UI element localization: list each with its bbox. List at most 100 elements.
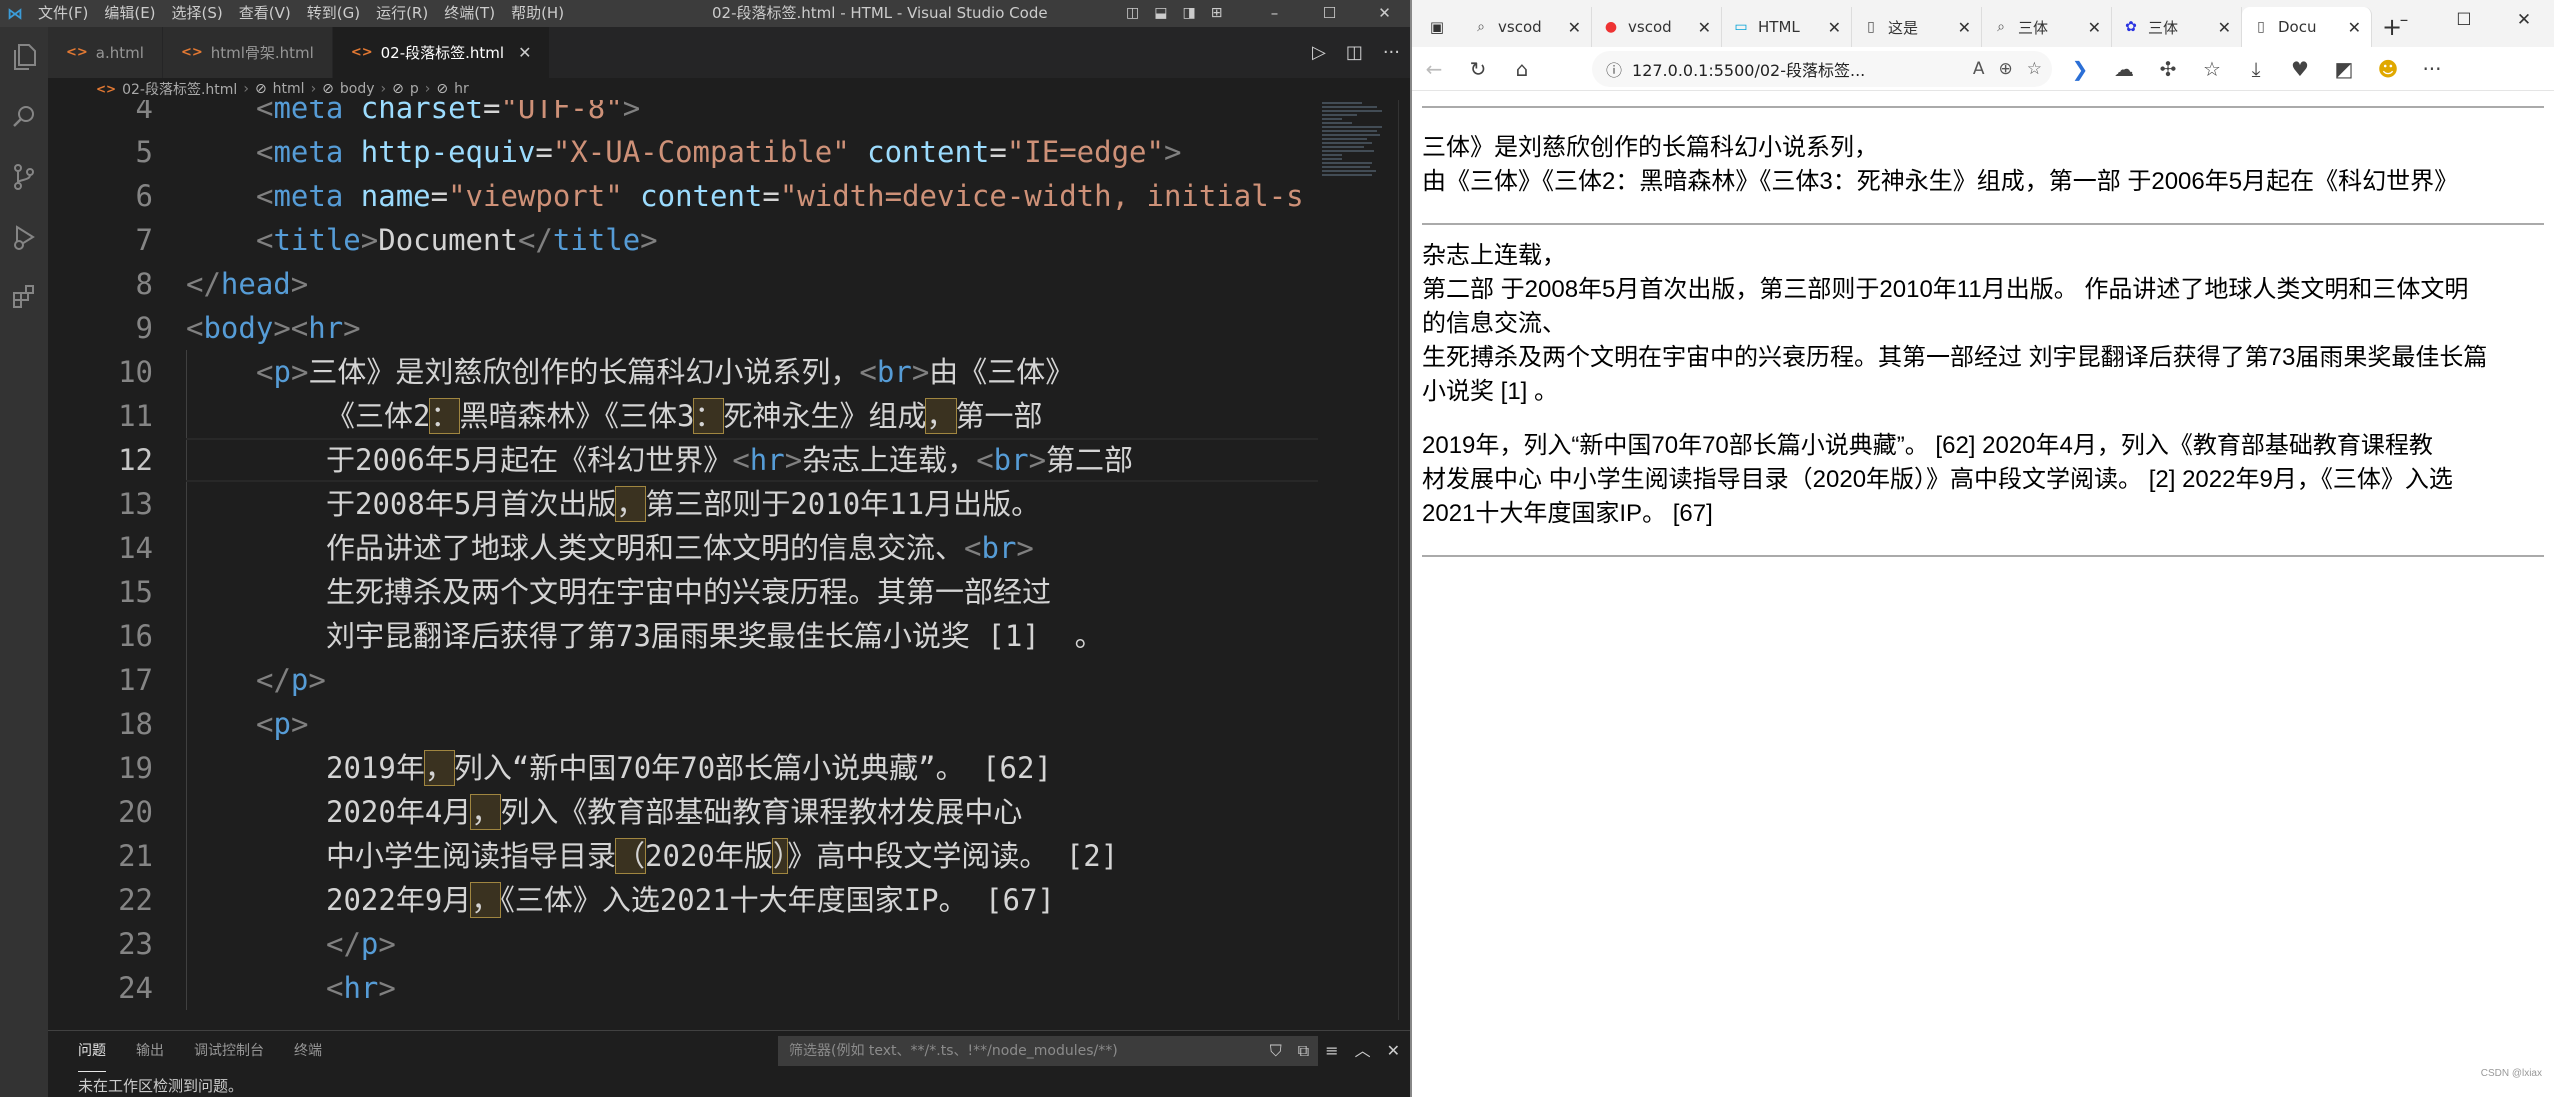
home-icon[interactable]: ⌂ [1500, 47, 1544, 91]
code-line[interactable]: 13 于2008年5月首次出版，第三部则于2010年11月出版。 [48, 482, 1318, 526]
extension-cloud-icon[interactable]: ☁ [2102, 47, 2146, 91]
extension-yellow-icon[interactable]: ☻ [2366, 47, 2410, 91]
filter-icon[interactable]: ⛉ [1270, 1031, 1282, 1071]
code-line[interactable]: 20 2020年4月，列入《教育部基础教育课程教材发展中心 [48, 790, 1318, 834]
minimize-icon[interactable]: – [2374, 0, 2434, 40]
close-tab-icon[interactable]: ✕ [2218, 18, 2231, 37]
panel-tab-terminal[interactable]: 终端 [294, 1031, 322, 1072]
extension-blue-icon[interactable]: ❯ [2058, 47, 2102, 91]
close-icon[interactable]: ✕ [1357, 0, 1412, 27]
split-editor-icon[interactable]: ◫ [1346, 27, 1363, 78]
menu-terminal[interactable]: 终端(T) [436, 0, 503, 27]
extension-square-icon[interactable]: ◩ [2322, 47, 2366, 91]
view-as-list-icon[interactable]: ≡ [1325, 1031, 1338, 1071]
code-line[interactable]: 6 <meta name="viewport" content="width=de… [48, 174, 1318, 218]
close-tab-icon[interactable]: ✕ [1828, 18, 1841, 37]
maximize-panel-icon[interactable]: ︿ [1355, 1031, 1371, 1071]
tab-html-skeleton[interactable]: <> html骨架.html [162, 27, 333, 78]
panel-tab-debug-console[interactable]: 调试控制台 [194, 1031, 264, 1072]
code-line[interactable]: 22 2022年9月，《三体》入选2021十大年度国家IP。 [67] [48, 878, 1318, 922]
browser-tab[interactable]: ⌕ vscod ✕ [1462, 7, 1592, 47]
code-line[interactable]: 24 <hr> [48, 966, 1318, 1010]
customize-layout-icon[interactable]: ⊞ [1211, 0, 1223, 27]
zoom-icon[interactable]: ⊕ [1999, 59, 2013, 79]
extensions-icon[interactable] [0, 267, 48, 327]
editor-scrollbar[interactable] [1398, 100, 1410, 1020]
downloads-icon[interactable]: ⤓ [2234, 47, 2278, 91]
menu-edit[interactable]: 编辑(E) [96, 0, 163, 27]
tab-paragraph-tags[interactable]: <> 02-段落标签.html ✕ [332, 27, 551, 78]
breadcrumb-html[interactable]: html [273, 81, 305, 97]
refresh-icon[interactable]: ↻ [1456, 47, 1500, 91]
code-line[interactable]: 21 中小学生阅读指导目录（2020年版）》高中段文学阅读。 [2] [48, 834, 1318, 878]
code-line[interactable]: 10 <p>三体》是刘慈欣创作的长篇科幻小说系列，<br>由《三体》 [48, 350, 1318, 394]
code-line[interactable]: 4 <meta charset="UTF-8"> [48, 100, 1318, 130]
toggle-panel-icon[interactable]: ⬓ [1154, 0, 1167, 27]
toggle-secondary-sidebar-icon[interactable]: ◨ [1182, 0, 1195, 27]
minimize-icon[interactable]: – [1247, 0, 1302, 27]
code-line[interactable]: 11 《三体2：黑暗森林》《三体3：死神永生》组成，第一部 [48, 394, 1318, 438]
close-tab-icon[interactable]: ✕ [2088, 18, 2101, 37]
files-icon[interactable] [0, 27, 48, 87]
close-tab-icon[interactable]: ✕ [2348, 18, 2361, 37]
code-line[interactable]: 8 </head> [48, 262, 1318, 306]
toggle-sidebar-icon[interactable]: ◫ [1126, 0, 1139, 27]
read-aloud-icon[interactable]: A [1973, 59, 1985, 79]
run-debug-icon[interactable] [0, 207, 48, 267]
browser-tab[interactable]: ✿ 三体 ✕ [2112, 7, 2242, 47]
close-tab-icon[interactable]: ✕ [1698, 18, 1711, 37]
breadcrumb-p[interactable]: p [410, 81, 419, 97]
source-control-icon[interactable] [0, 147, 48, 207]
menu-view[interactable]: 查看(V) [231, 0, 299, 27]
browser-tab-active[interactable]: ▯ Docu ✕ [2242, 7, 2372, 47]
menu-go[interactable]: 转到(G) [299, 0, 368, 27]
tab-a-html[interactable]: <> a.html [48, 27, 163, 78]
panel-tab-problems[interactable]: 问题 [78, 1031, 106, 1072]
search-icon[interactable] [0, 87, 48, 147]
heart-icon[interactable]: ♥ [2278, 47, 2322, 91]
code-line[interactable]: 7 <title>Document</title> [48, 218, 1318, 262]
problems-filter-input[interactable]: 筛选器(例如 text、**/*.ts、!**/node_modules/**) [778, 1036, 1318, 1066]
favorites-icon[interactable]: ☆ [2190, 47, 2234, 91]
menu-help[interactable]: 帮助(H) [503, 0, 572, 27]
code-line[interactable]: 15 生死搏杀及两个文明在宇宙中的兴衰历程。其第一部经过 [48, 570, 1318, 614]
panel-tab-output[interactable]: 输出 [136, 1031, 164, 1072]
close-panel-icon[interactable]: ✕ [1387, 1031, 1400, 1071]
favorite-star-icon[interactable]: ☆ [2027, 59, 2042, 79]
breadcrumb-file[interactable]: 02-段落标签.html [122, 79, 237, 99]
info-icon[interactable]: ⓘ [1606, 57, 1622, 81]
breadcrumb-body[interactable]: body [340, 81, 375, 97]
close-tab-icon[interactable]: ✕ [1568, 18, 1581, 37]
more-menu-icon[interactable]: ··· [2410, 47, 2454, 91]
close-icon[interactable]: ✕ [2494, 0, 2554, 40]
close-tab-icon[interactable]: ✕ [518, 43, 531, 62]
collapse-all-icon[interactable]: ⧉ [1298, 1031, 1309, 1071]
browser-tab[interactable]: ⌕ 三体 ✕ [1982, 7, 2112, 47]
code-editor[interactable]: 4 <meta charset="UTF-8"> 5 <meta http-equiv… [48, 100, 1318, 1020]
tab-actions-button[interactable]: ▣ [1412, 7, 1462, 47]
browser-tab[interactable]: ▭ HTML ✕ [1722, 7, 1852, 47]
code-line[interactable]: 9 <body><hr> [48, 306, 1318, 350]
run-icon[interactable]: ▷ [1312, 27, 1326, 78]
menu-file[interactable]: 文件(F) [30, 0, 96, 27]
code-line[interactable]: 5 <meta http-equiv="X-UA-Compatible" cont… [48, 130, 1318, 174]
browser-tab[interactable]: ▯ 这是 ✕ [1852, 7, 1982, 47]
menu-selection[interactable]: 选择(S) [164, 0, 231, 27]
back-arrow-icon[interactable]: ← [1412, 47, 1456, 91]
maximize-icon[interactable]: ☐ [2434, 0, 2494, 40]
close-tab-icon[interactable]: ✕ [1958, 18, 1971, 37]
code-line[interactable]: 14 作品讲述了地球人类文明和三体文明的信息交流、<br> [48, 526, 1318, 570]
code-line[interactable]: 18 <p> [48, 702, 1318, 746]
menu-run[interactable]: 运行(R) [368, 0, 436, 27]
code-line[interactable]: 19 2019年，列入“新中国70年70部长篇小说典藏”。 [62] [48, 746, 1318, 790]
extensions-puzzle-icon[interactable]: ✣ [2146, 47, 2190, 91]
minimap[interactable] [1318, 100, 1398, 210]
more-actions-icon[interactable]: ··· [1383, 27, 1400, 78]
maximize-icon[interactable]: ☐ [1302, 0, 1357, 27]
breadcrumb-hr[interactable]: hr [454, 81, 469, 97]
code-line[interactable]: 17 </p> [48, 658, 1318, 702]
code-line[interactable]: 12 于2006年5月起在《科幻世界》<hr>杂志上连载，<br>第二部 [48, 438, 1318, 482]
code-line[interactable]: 23 </p> [48, 922, 1318, 966]
address-bar[interactable]: ⓘ 127.0.0.1:5500/02-段落标签... A ⊕ ☆ [1592, 51, 2052, 87]
code-line[interactable]: 16 刘宇昆翻译后获得了第73届雨果奖最佳长篇小说奖 [1] 。 [48, 614, 1318, 658]
